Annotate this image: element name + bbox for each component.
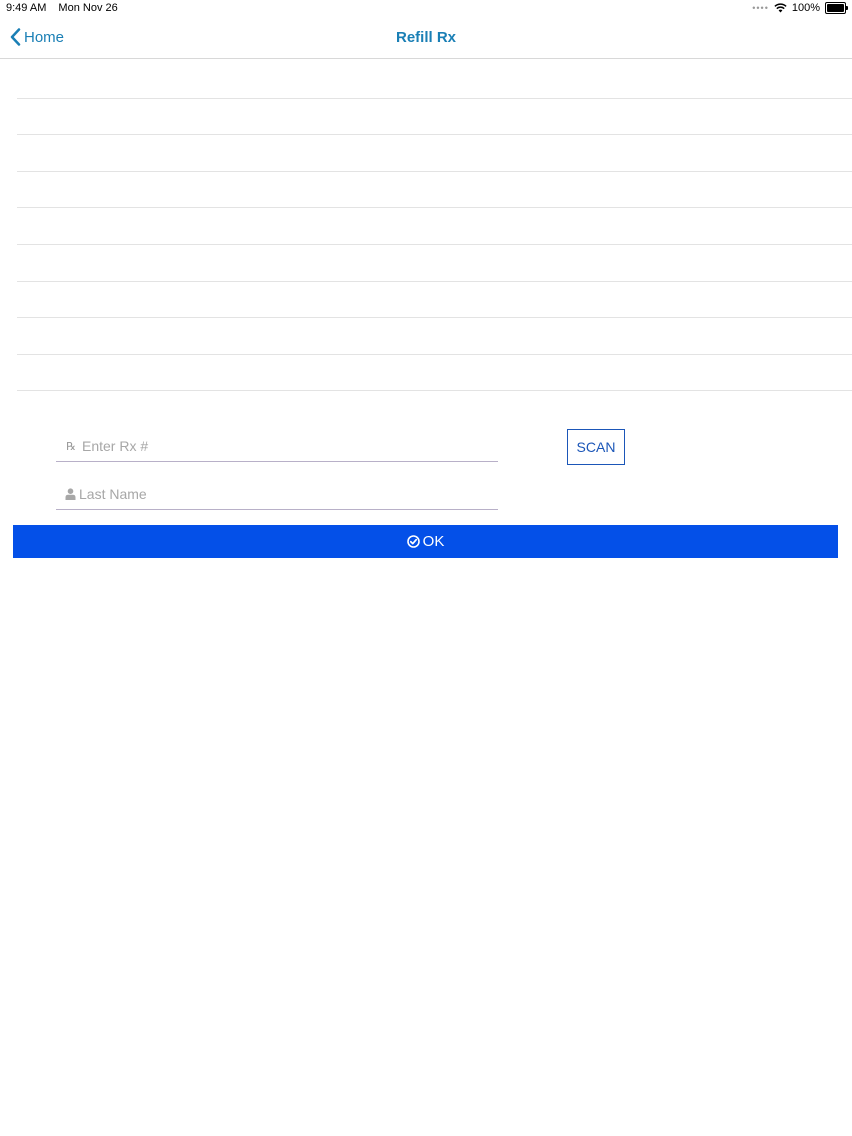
list-item xyxy=(17,318,852,355)
user-icon xyxy=(63,488,77,500)
battery-percent: 100% xyxy=(791,2,820,14)
list-item xyxy=(17,172,852,209)
status-bar: 9:49 AM Mon Nov 26 •••• 100% xyxy=(0,0,852,18)
rx-number-field[interactable]: ℞ xyxy=(56,431,498,462)
status-date: Mon Nov 26 xyxy=(58,2,118,14)
list-item xyxy=(17,99,852,136)
list-item xyxy=(17,62,852,99)
ok-button[interactable]: OK xyxy=(13,525,838,558)
prescription-icon: ℞ xyxy=(66,439,76,453)
list-item xyxy=(17,245,852,282)
battery-level xyxy=(827,4,844,12)
battery-icon xyxy=(825,2,848,14)
signal-icon: •••• xyxy=(752,3,769,13)
list-item xyxy=(17,208,852,245)
wifi-icon xyxy=(774,3,787,13)
refill-list xyxy=(17,62,852,392)
status-left: 9:49 AM Mon Nov 26 xyxy=(6,2,127,14)
list-item xyxy=(17,282,852,319)
check-circle-icon xyxy=(406,535,420,548)
list-item xyxy=(17,355,852,392)
navigation-bar: Home Refill Rx xyxy=(0,18,852,59)
ok-button-label: OK xyxy=(422,533,445,550)
last-name-input[interactable] xyxy=(79,486,498,502)
status-time: 9:49 AM xyxy=(6,2,47,14)
page-title: Refill Rx xyxy=(395,29,456,46)
last-name-field[interactable] xyxy=(56,479,498,510)
rx-number-input[interactable] xyxy=(82,438,498,454)
scan-button[interactable]: SCAN xyxy=(567,429,625,465)
list-item xyxy=(17,135,852,172)
status-right: •••• 100% xyxy=(752,2,848,14)
